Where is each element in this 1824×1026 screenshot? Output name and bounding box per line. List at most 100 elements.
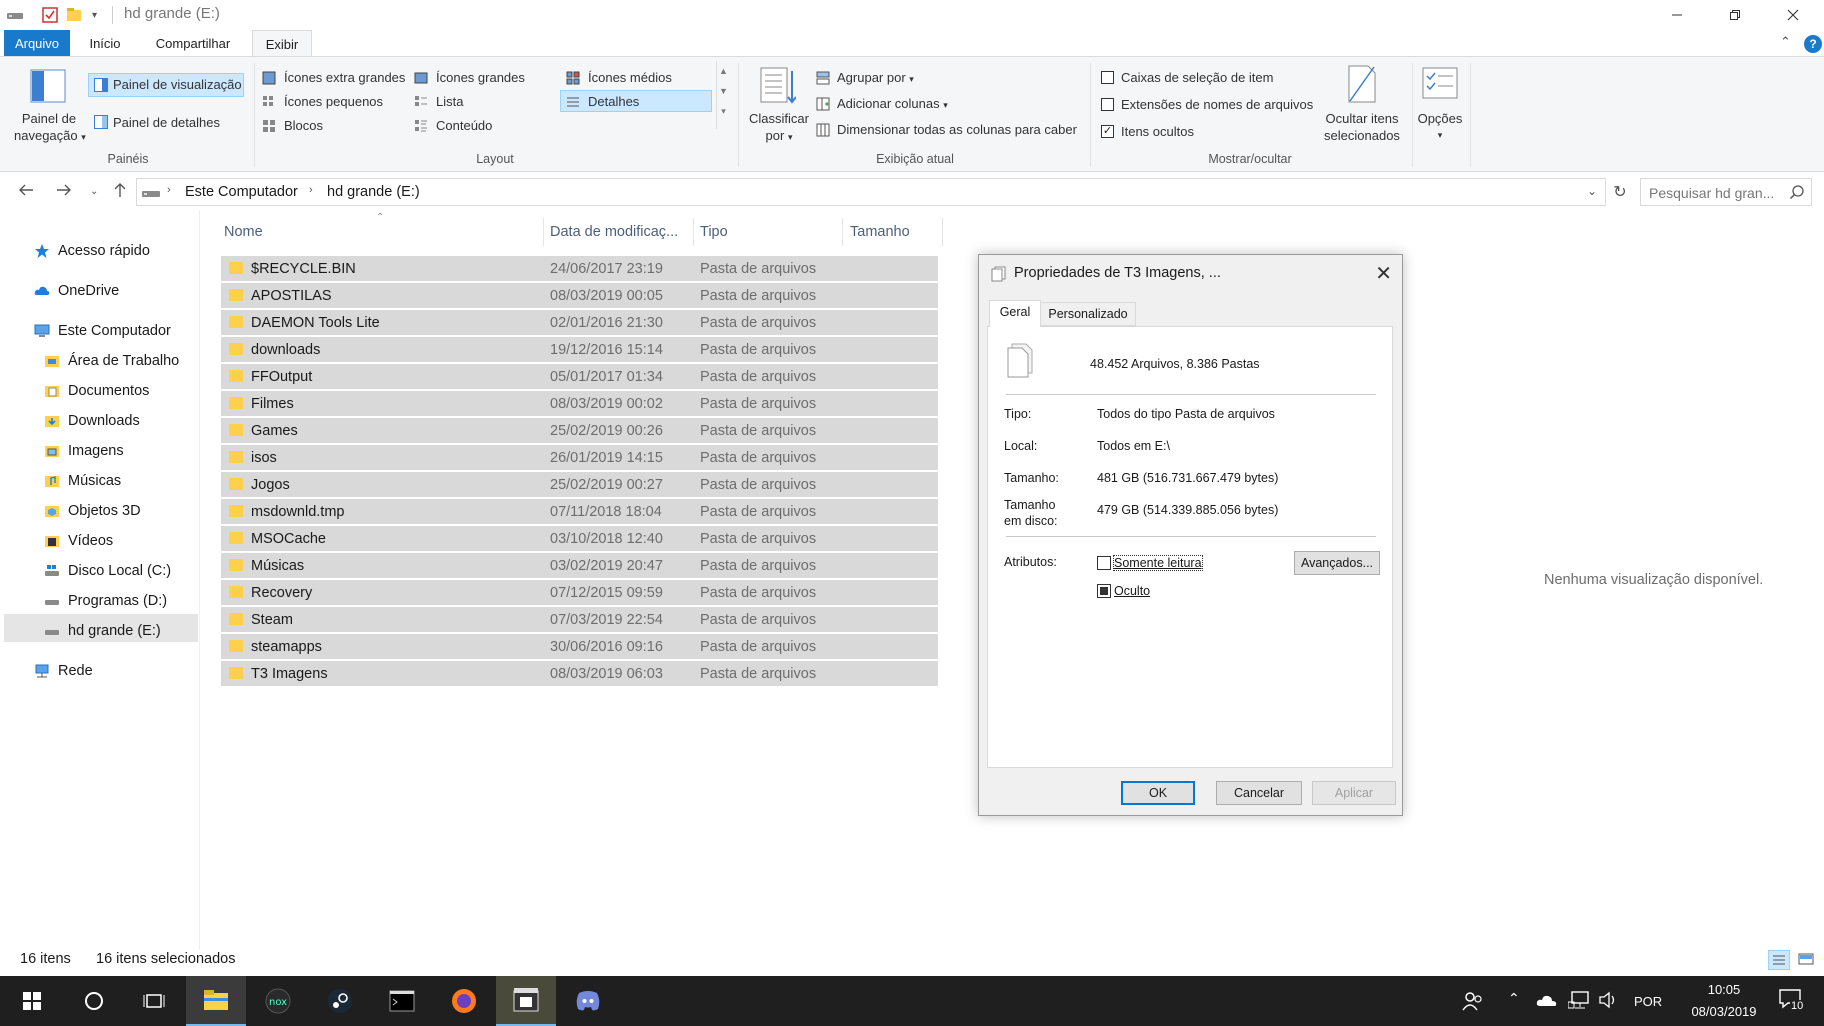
- sidebar-item-images[interactable]: Imagens: [44, 438, 124, 464]
- hidden-items-checkbox[interactable]: ✓: [1101, 125, 1114, 138]
- sidebar-item-disk-c[interactable]: Disco Local (C:): [44, 558, 171, 584]
- close-button[interactable]: [1770, 0, 1816, 30]
- sidebar-item-quick-access[interactable]: Acesso rápido: [34, 238, 150, 264]
- breadcrumb-chevron-icon[interactable]: ›: [309, 184, 313, 196]
- sidebar-item-disk-d[interactable]: Programas (D:): [44, 588, 167, 614]
- properties-quick-icon[interactable]: [42, 6, 58, 24]
- clock-time[interactable]: 10:05: [1694, 982, 1754, 997]
- cortana-search-icon[interactable]: [64, 976, 124, 1026]
- file-explorer-taskbar-icon[interactable]: [186, 976, 246, 1026]
- search-input[interactable]: Pesquisar hd gran...: [1649, 185, 1774, 201]
- language-indicator[interactable]: POR: [1634, 994, 1662, 1009]
- table-row[interactable]: Steam 07/03/2019 22:54 Pasta de arquivos: [221, 607, 938, 633]
- add-columns-button[interactable]: Adicionar colunas ▾: [837, 96, 948, 111]
- sort-by-button[interactable]: Classificar por ▾: [746, 110, 812, 146]
- column-header-date[interactable]: Data de modificaç...: [550, 218, 678, 246]
- sidebar-item-music[interactable]: Músicas: [44, 468, 121, 494]
- table-row[interactable]: FFOutput 05/01/2017 01:34 Pasta de arquivo…: [221, 364, 938, 390]
- sort-by-icon[interactable]: [760, 67, 797, 108]
- hidden-checkbox[interactable]: [1097, 584, 1111, 598]
- layout-scroll[interactable]: ▲ ▼ ▾: [716, 61, 730, 129]
- help-icon[interactable]: ?: [1804, 35, 1822, 53]
- column-separator[interactable]: [842, 218, 843, 246]
- table-row[interactable]: APOSTILAS 08/03/2019 00:05 Pasta de arquiv…: [221, 283, 938, 309]
- tab-file[interactable]: Arquivo: [4, 30, 70, 57]
- task-view-icon[interactable]: [124, 976, 184, 1026]
- layout-list[interactable]: Lista: [436, 94, 463, 109]
- up-button[interactable]: [112, 182, 128, 203]
- cancel-button[interactable]: Cancelar: [1216, 781, 1302, 805]
- readonly-checkbox[interactable]: [1097, 556, 1111, 570]
- large-icons-view-toggle[interactable]: [1796, 950, 1818, 970]
- ok-button[interactable]: OK: [1121, 781, 1195, 805]
- options-icon[interactable]: [1422, 67, 1458, 102]
- nox-taskbar-icon[interactable]: nox: [248, 976, 308, 1026]
- clock-date[interactable]: 08/03/2019: [1674, 1004, 1774, 1019]
- collapse-ribbon-icon[interactable]: ⌃: [1780, 34, 1791, 50]
- sidebar-item-network[interactable]: Rede: [34, 658, 93, 684]
- item-checkboxes-checkbox[interactable]: [1101, 71, 1114, 84]
- sidebar-item-disk-e[interactable]: hd grande (E:): [44, 618, 161, 644]
- sidebar-item-onedrive[interactable]: OneDrive: [34, 278, 119, 304]
- column-separator[interactable]: [693, 218, 694, 246]
- table-row[interactable]: DAEMON Tools Lite 02/01/2016 21:30 Pasta d…: [221, 310, 938, 336]
- tab-customize[interactable]: Personalizado: [1040, 302, 1136, 326]
- column-header-name[interactable]: Nome: [224, 218, 263, 246]
- hide-selected-items-button[interactable]: Ocultar itens selecionados: [1318, 110, 1406, 144]
- show-hidden-icons-icon[interactable]: ⌃: [1508, 990, 1520, 1007]
- table-row[interactable]: Músicas 03/02/2019 20:47 Pasta de arquivos: [221, 553, 938, 579]
- advanced-button[interactable]: Avançados...: [1294, 551, 1380, 575]
- search-box[interactable]: Pesquisar hd gran...: [1640, 178, 1812, 206]
- table-row[interactable]: $RECYCLE.BIN 24/06/2017 23:19 Pasta de arq…: [221, 256, 938, 282]
- sidebar-item-3d-objects[interactable]: Objetos 3D: [44, 498, 141, 524]
- customize-quick-access-icon[interactable]: ▾: [92, 6, 97, 24]
- layout-tiles[interactable]: Blocos: [284, 118, 323, 133]
- network-tray-icon[interactable]: [1567, 990, 1590, 1013]
- column-separator[interactable]: [942, 218, 943, 246]
- tab-home[interactable]: Início: [78, 30, 132, 57]
- forward-button[interactable]: [56, 182, 72, 203]
- table-row[interactable]: Games 25/02/2019 00:26 Pasta de arquivos: [221, 418, 938, 444]
- navigation-pane-icon[interactable]: [30, 69, 66, 106]
- layout-medium-icons[interactable]: Ícones médios: [588, 70, 672, 85]
- firefox-taskbar-icon[interactable]: [434, 976, 494, 1026]
- table-row[interactable]: msdownld.tmp 07/11/2018 18:04 Pasta de arq…: [221, 499, 938, 525]
- dialog-close-icon[interactable]: ✕: [1375, 261, 1392, 286]
- restore-button[interactable]: [1712, 0, 1758, 30]
- back-button[interactable]: [18, 182, 34, 203]
- start-button[interactable]: [2, 976, 62, 1026]
- table-row[interactable]: isos 26/01/2019 14:15 Pasta de arquivos: [221, 445, 938, 471]
- preview-pane-button[interactable]: Painel de visualização: [113, 77, 242, 92]
- tab-general[interactable]: Geral: [989, 300, 1041, 327]
- media-app-taskbar-icon[interactable]: [496, 976, 556, 1026]
- minimize-button[interactable]: [1654, 0, 1700, 30]
- action-center-icon[interactable]: 10: [1778, 988, 1806, 1014]
- column-separator[interactable]: [543, 218, 544, 246]
- table-row[interactable]: Jogos 25/02/2019 00:27 Pasta de arquivos: [221, 472, 938, 498]
- address-dropdown-icon[interactable]: ⌄: [1587, 184, 1597, 198]
- layout-large-icons[interactable]: Ícones grandes: [436, 70, 525, 85]
- navigation-pane-button[interactable]: Painel de navegação ▾: [14, 110, 86, 146]
- volume-icon[interactable]: [1598, 990, 1620, 1013]
- layout-extra-large-icons[interactable]: Ícones extra grandes: [284, 70, 405, 85]
- table-row[interactable]: Recovery 07/12/2015 09:59 Pasta de arquivo…: [221, 580, 938, 606]
- tab-share[interactable]: Compartilhar: [146, 30, 240, 57]
- group-by-button[interactable]: Agrupar por ▾: [837, 70, 914, 85]
- sidebar-item-desktop[interactable]: Área de Trabalho: [44, 348, 179, 374]
- new-folder-quick-icon[interactable]: [66, 6, 82, 24]
- terminal-taskbar-icon[interactable]: [372, 976, 432, 1026]
- layout-content[interactable]: Conteúdo: [436, 118, 492, 133]
- sidebar-item-videos[interactable]: Vídeos: [44, 528, 113, 554]
- hide-selected-items-icon[interactable]: [1348, 65, 1376, 106]
- table-row[interactable]: downloads 19/12/2016 15:14 Pasta de arquiv…: [221, 337, 938, 363]
- onedrive-tray-icon[interactable]: [1536, 992, 1558, 1011]
- column-header-type[interactable]: Tipo: [700, 218, 728, 246]
- file-extensions-checkbox[interactable]: [1101, 98, 1114, 111]
- layout-details[interactable]: Detalhes: [588, 94, 639, 109]
- tab-view[interactable]: Exibir: [252, 30, 312, 57]
- steam-taskbar-icon[interactable]: [310, 976, 370, 1026]
- sidebar-item-this-pc[interactable]: Este Computador: [34, 318, 171, 344]
- details-view-toggle[interactable]: [1768, 950, 1790, 970]
- table-row[interactable]: T3 Imagens 08/03/2019 06:03 Pasta de arqui…: [221, 661, 938, 687]
- apply-button[interactable]: Aplicar: [1312, 781, 1396, 805]
